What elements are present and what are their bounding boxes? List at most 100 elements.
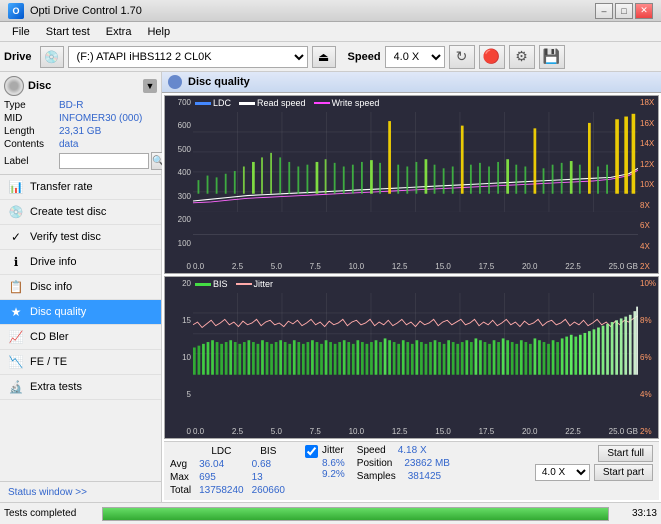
type-key: Type (4, 100, 59, 111)
disc-options-button[interactable]: ▼ (143, 79, 157, 93)
progress-bar-container (102, 507, 609, 521)
stats-total-label: Total (170, 484, 199, 497)
chart1-y-axis-left: 700 600 500 400 300 200 100 0 (165, 96, 193, 273)
stats-bis-header: BIS (252, 445, 293, 458)
drive-icon-button[interactable]: 💿 (40, 46, 64, 68)
y-500: 500 (167, 145, 191, 154)
x-25: 25.0 GB (609, 262, 638, 271)
menu-help[interactable]: Help (139, 24, 178, 40)
main-area: Disc ▼ Type BD-R MID INFOMER30 (000) Len… (0, 72, 661, 502)
chart1-container: LDC Read speed Write speed 700 600 50 (164, 95, 659, 274)
stats-empty-header (170, 445, 199, 458)
x-0: 0.0 (193, 262, 204, 271)
jitter-label: Jitter (322, 445, 344, 456)
type-val: BD-R (59, 100, 83, 111)
menu-start-test[interactable]: Start test (38, 24, 98, 40)
x-15: 15.0 (435, 262, 451, 271)
start-full-button[interactable]: Start full (598, 445, 653, 462)
y-400: 400 (167, 168, 191, 177)
x2-15: 15.0 (435, 427, 451, 436)
yr-18x: 18X (640, 98, 656, 107)
jitter-legend: Jitter (236, 279, 274, 289)
nav-extra-tests-label: Extra tests (30, 381, 82, 393)
label-input[interactable] (59, 153, 149, 169)
x-17.5: 17.5 (479, 262, 495, 271)
nav-verify-test-disc-label: Verify test disc (30, 231, 101, 243)
bis-legend-label: BIS (213, 279, 228, 289)
start-part-button[interactable]: Start part (594, 464, 653, 481)
nav-cd-bler[interactable]: 📈 CD Bler (0, 325, 161, 350)
nav-drive-info[interactable]: ℹ Drive info (0, 250, 161, 275)
eject-button[interactable]: ⏏ (312, 46, 336, 68)
extra-tests-icon: 🔬 (8, 379, 24, 395)
chart1-y-axis-right: 18X 16X 14X 12X 10X 8X 6X 4X 2X (638, 96, 658, 273)
nav-disc-info[interactable]: 📋 Disc info (0, 275, 161, 300)
y-100: 100 (167, 239, 191, 248)
refresh-button[interactable]: ↻ (449, 45, 475, 69)
write-legend: Write speed (314, 98, 380, 108)
close-button[interactable]: ✕ (635, 3, 653, 19)
stats-avg-label: Avg (170, 458, 199, 471)
x2-20: 20.0 (522, 427, 538, 436)
jitter-checkbox[interactable] (305, 445, 318, 458)
x2-12.5: 12.5 (392, 427, 408, 436)
media-button[interactable]: 🔴 (479, 45, 505, 69)
chart1-legend: LDC Read speed Write speed (195, 98, 379, 108)
speed-label: Speed (348, 51, 381, 63)
menu-extra[interactable]: Extra (98, 24, 140, 40)
fe-te-icon: 📉 (8, 354, 24, 370)
drive-info-icon: ℹ (8, 254, 24, 270)
status-bar: Tests completed 33:13 (0, 502, 661, 524)
samples-label: Samples (357, 471, 396, 482)
status-window-link[interactable]: Status window >> (4, 485, 91, 500)
x2-5: 5.0 (271, 427, 282, 436)
mid-key: MID (4, 113, 59, 124)
chart1-x-axis: 0.0 2.5 5.0 7.5 10.0 12.5 15.0 17.5 20.0… (193, 262, 638, 271)
minimize-button[interactable]: – (595, 3, 613, 19)
yr-2x: 2X (640, 262, 656, 271)
dq-title: Disc quality (188, 76, 250, 88)
length-key: Length (4, 126, 59, 137)
x2-7.5: 7.5 (310, 427, 321, 436)
read-legend-label: Read speed (257, 98, 306, 108)
nav-extra-tests[interactable]: 🔬 Extra tests (0, 375, 161, 400)
progress-bar-fill (103, 508, 608, 520)
disc-section: Disc ▼ Type BD-R MID INFOMER30 (000) Len… (0, 72, 161, 175)
x-20: 20.0 (522, 262, 538, 271)
y-600: 600 (167, 121, 191, 130)
x2-10: 10.0 (349, 427, 365, 436)
cd-bler-icon: 📈 (8, 329, 24, 345)
yr-12x: 12X (640, 160, 656, 169)
nav-create-test-disc[interactable]: 💿 Create test disc (0, 200, 161, 225)
menu-file[interactable]: File (4, 24, 38, 40)
disc-quality-icon: ★ (8, 304, 24, 320)
speed-select[interactable]: 4.0 X (385, 46, 445, 68)
position-val: 23862 MB (404, 458, 450, 469)
chart2-legend: BIS Jitter (195, 279, 273, 289)
y-300: 300 (167, 192, 191, 201)
transfer-rate-icon: 📊 (8, 179, 24, 195)
chart2-svg (193, 293, 638, 375)
nav-transfer-rate[interactable]: 📊 Transfer rate (0, 175, 161, 200)
x2-25: 25.0 GB (609, 427, 638, 436)
y2-0: 0 (167, 427, 191, 436)
yr-16x: 16X (640, 119, 656, 128)
drive-select[interactable]: (F:) ATAPI iHBS112 2 CL0K (68, 46, 308, 68)
chart2-y-axis-right: 10% 8% 6% 4% 2% (638, 277, 658, 438)
nav-disc-quality[interactable]: ★ Disc quality (0, 300, 161, 325)
jitter-avg-val: 8.6% (322, 458, 345, 469)
x-5: 5.0 (271, 262, 282, 271)
stats-total-ldc: 13758240 (199, 484, 252, 497)
settings-button[interactable]: ⚙ (509, 45, 535, 69)
save-button[interactable]: 💾 (539, 45, 565, 69)
stats-row: LDC BIS Avg 36.04 0.68 Max 695 13 Tota (164, 441, 659, 500)
y-200: 200 (167, 215, 191, 224)
position-label: Position (357, 458, 393, 469)
chart1-svg (193, 112, 638, 212)
x-10: 10.0 (349, 262, 365, 271)
maximize-button[interactable]: □ (615, 3, 633, 19)
nav-cd-bler-label: CD Bler (30, 331, 69, 343)
speed-combo[interactable]: 4.0 X (535, 464, 590, 481)
nav-verify-test-disc[interactable]: ✓ Verify test disc (0, 225, 161, 250)
nav-fe-te[interactable]: 📉 FE / TE (0, 350, 161, 375)
